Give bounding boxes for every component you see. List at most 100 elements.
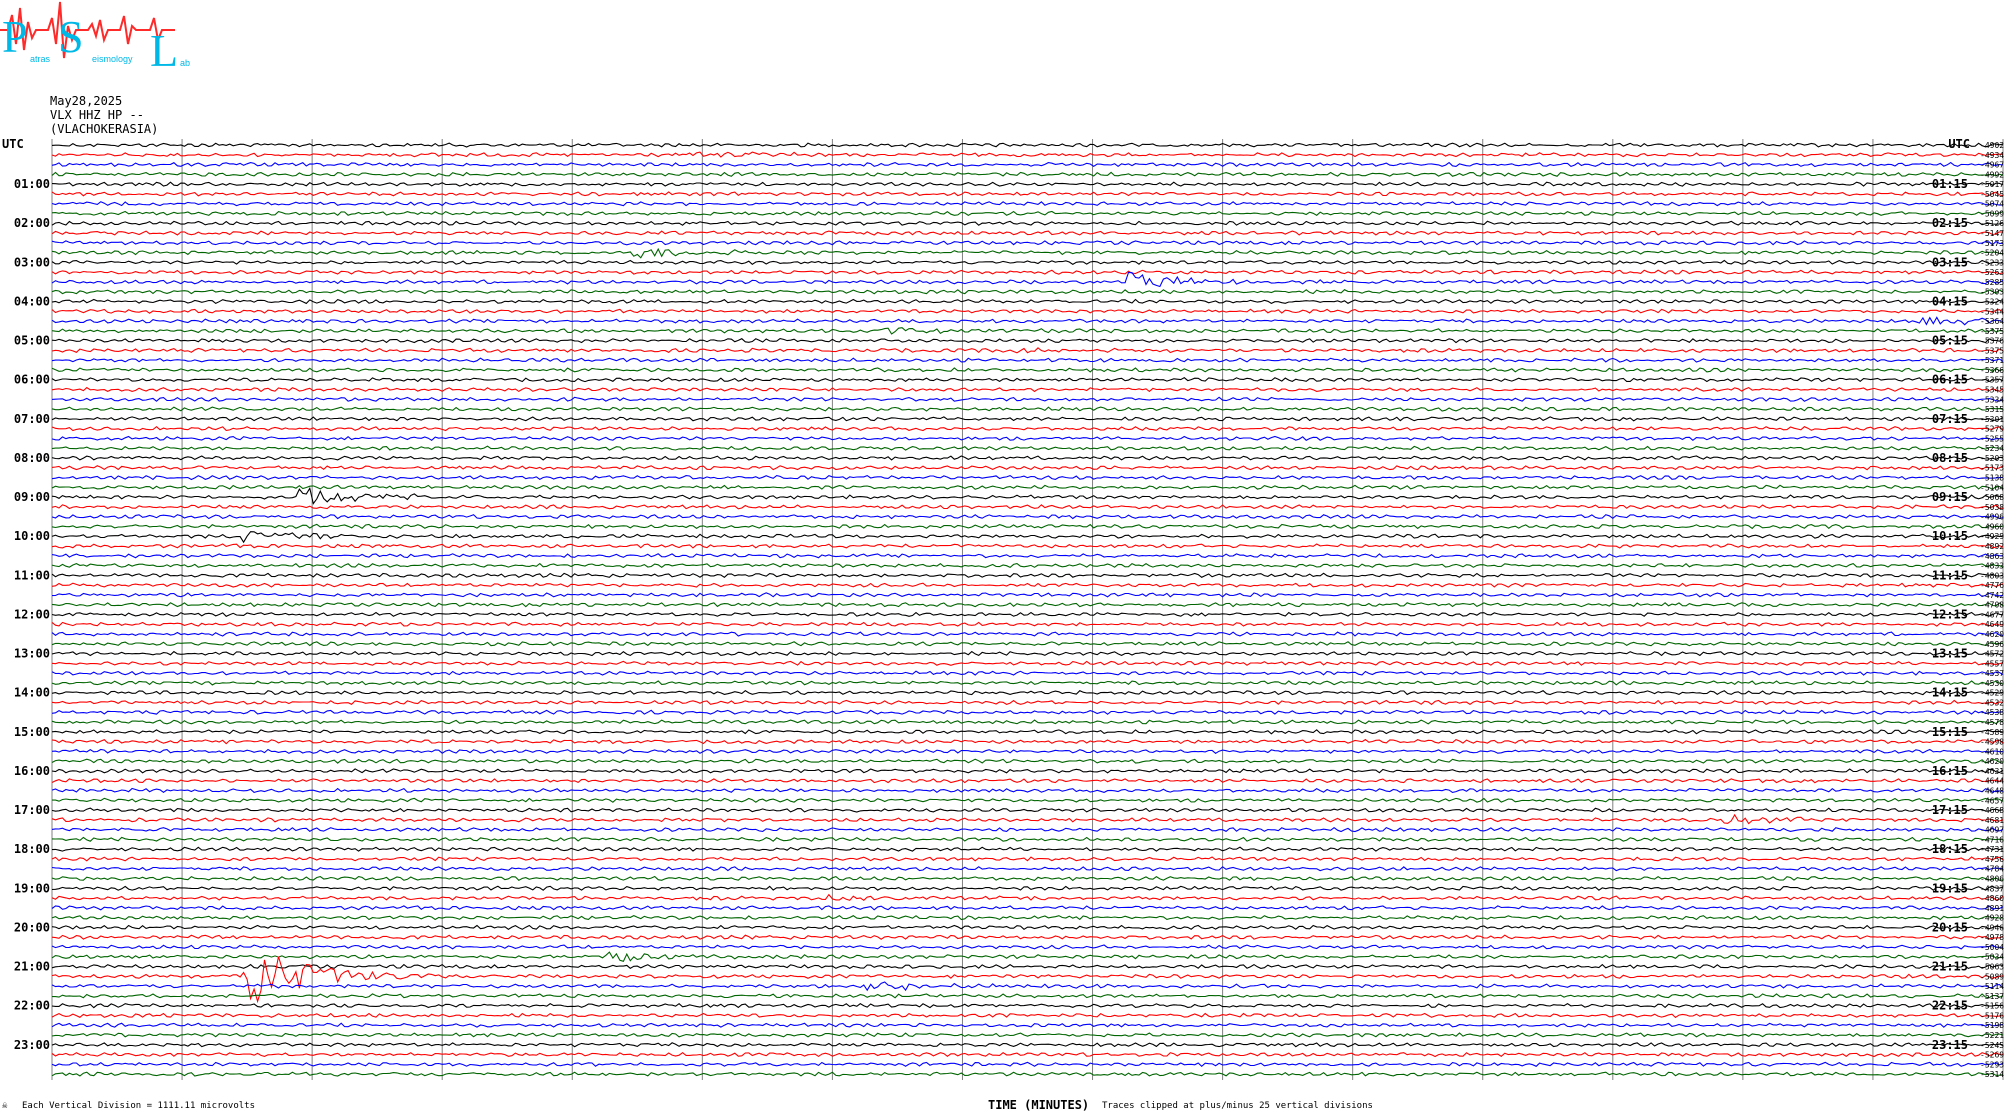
left-hour-label-0300: 03:00 [14,255,50,269]
trace-71 [51,836,2004,842]
trace-81 [51,934,2004,940]
trace-1 [51,151,2004,158]
trace-count-label-40: -4929 [1980,532,2004,541]
left-hour-label-0900: 09:00 [14,490,50,504]
trace-count-label-68: -4668 [1980,806,2004,815]
trace-count-label-53: -4557 [1980,659,2004,668]
right-hour-label-0315: 03:15 [1932,255,1968,269]
trace-count-label-27: -5315 [1980,405,2004,414]
trace-count-label-19: -5375 [1980,327,2004,336]
trace-5 [51,191,2004,197]
right-hour-label-1315: 13:15 [1932,647,1968,661]
right-hour-label-0415: 04:15 [1932,294,1968,308]
trace-count-label-37: -5038 [1980,503,2004,512]
trace-67 [52,797,2004,803]
trace-56 [51,690,2004,696]
right-hour-label-0915: 09:15 [1932,490,1968,504]
trace-21 [51,347,2004,354]
trace-count-label-11: -5204 [1980,249,2004,258]
right-hour-label-0815: 08:15 [1932,451,1968,465]
trace-58 [51,709,2004,715]
trace-87 [52,993,2004,999]
trace-count-label-83: -5034 [1980,953,2004,962]
trace-count-label-93: -5269 [1980,1051,2004,1060]
trace-74 [51,866,2004,872]
trace-50 [51,631,2004,637]
trace-92 [51,1042,2004,1048]
trace-29 [51,425,2004,432]
trace-91 [51,1032,2004,1038]
trace-51 [51,641,2004,647]
trace-count-label-18: -5364 [1980,317,2004,326]
right-hour-label-0615: 06:15 [1932,373,1968,387]
trace-95 [51,1071,2004,1077]
trace-count-label-39: -4960 [1980,522,2004,531]
trace-count-label-54: -4537 [1980,669,2004,678]
left-hour-label-0700: 07:00 [14,412,50,426]
trace-count-label-46: -4742 [1980,591,2004,600]
trace-55 [51,680,2004,686]
left-hour-label-1000: 10:00 [14,529,50,543]
trace-10 [51,240,2004,246]
trace-count-label-16: -5324 [1980,297,2004,306]
left-hour-label-2200: 22:00 [14,999,50,1013]
trace-53 [51,660,2004,666]
left-hour-label-0800: 08:00 [14,451,50,465]
trace-count-label-33: -5173 [1980,464,2004,473]
trace-0 [51,142,2004,148]
trace-82 [51,944,2004,950]
left-hour-label-2100: 21:00 [14,960,50,974]
trace-count-label-66: -4648 [1980,786,2004,795]
trace-count-label-57: -4532 [1980,698,2004,707]
trace-25 [51,386,2004,393]
trace-84 [51,963,2004,970]
trace-count-label-4: -5017 [1980,180,2004,189]
right-hour-label-1615: 16:15 [1932,764,1968,778]
trace-33 [51,465,2004,471]
left-utc-label: UTC [2,137,24,151]
trace-count-label-56: -4529 [1980,689,2004,698]
trace-3 [51,171,2004,177]
right-hour-label-1015: 10:15 [1932,529,1968,543]
trace-count-label-32: -5203 [1980,454,2004,463]
trace-65 [51,778,2004,784]
trace-count-label-0: -4902 [1980,141,2004,150]
trace-38 [51,514,2004,520]
trace-count-label-73: -4756 [1980,855,2004,864]
trace-47 [51,602,2004,608]
trace-count-label-62: -4610 [1980,747,2004,756]
left-hour-label-0400: 04:00 [14,294,50,308]
left-hour-label-1100: 11:00 [14,568,50,582]
trace-83 [51,951,2004,962]
trace-4 [51,181,2004,187]
trace-78 [51,905,2004,911]
trace-count-label-58: -4538 [1980,708,2004,717]
trace-count-label-92: -5245 [1980,1041,2004,1050]
trace-36 [51,486,2004,505]
left-hour-label-1200: 12:00 [14,607,50,621]
trace-count-label-89: -5176 [1980,1011,2004,1020]
trace-94 [51,1061,2004,1068]
trace-count-label-85: -5089 [1980,972,2004,981]
trace-count-label-72: -4731 [1980,845,2004,854]
left-hour-label-1300: 13:00 [14,647,50,661]
trace-count-label-9: -5147 [1980,229,2004,238]
trace-57 [51,699,2004,706]
trace-count-label-79: -4928 [1980,914,2004,923]
trace-count-label-47: -4708 [1980,601,2004,610]
trace-count-label-61: -4598 [1980,738,2004,747]
clip-note: Traces clipped at plus/minus 25 vertical… [1102,1101,1373,1111]
trace-count-label-50: -4620 [1980,630,2004,639]
trace-count-label-51: -4596 [1980,640,2004,649]
left-hour-label-1900: 19:00 [14,881,50,895]
trace-64 [51,768,2004,774]
trace-count-label-22: -5371 [1980,356,2004,365]
trace-count-label-74: -4784 [1980,865,2004,874]
trace-count-label-70: -4697 [1980,826,2004,835]
trace-28 [51,416,2004,422]
trace-27 [51,406,2004,412]
trace-86 [51,981,2004,992]
trace-count-label-17: -5344 [1980,307,2004,316]
trace-40 [51,531,2004,544]
trace-61 [51,738,2004,745]
